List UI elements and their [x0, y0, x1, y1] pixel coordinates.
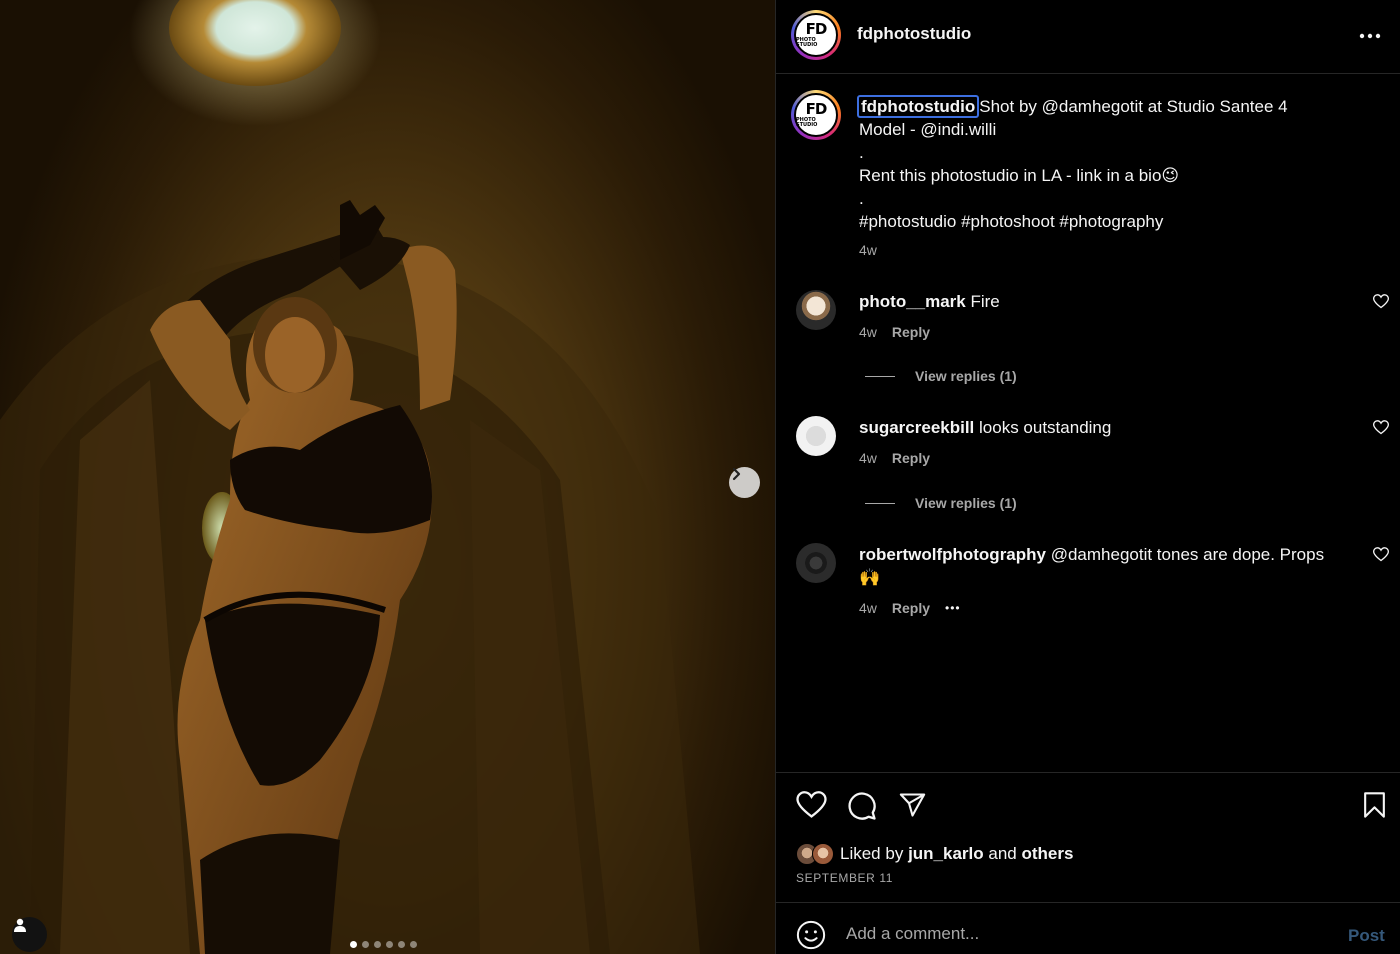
avatar-logo-subtext: PHOTO STUDIO — [796, 117, 818, 128]
carousel-dot — [350, 941, 357, 948]
emoji-button[interactable] — [796, 920, 826, 954]
liker-username[interactable]: jun_karlo — [908, 844, 984, 864]
carousel-dot — [362, 941, 369, 948]
caption-line: Rent this photostudio in LA - link in a … — [859, 166, 1180, 185]
like-comment-button[interactable] — [1372, 294, 1390, 314]
like-comment-button[interactable] — [1372, 420, 1390, 440]
commenter-username[interactable]: robertwolfphotography — [859, 545, 1046, 564]
post-details-panel: FD PHOTO STUDIO fdphotostudio FD PHOTO S… — [775, 0, 1400, 954]
heart-icon — [1372, 294, 1390, 309]
more-options-button[interactable] — [1359, 22, 1381, 45]
comment-text: looks outstanding — [979, 418, 1112, 437]
like-button[interactable] — [796, 791, 827, 824]
heart-icon — [1372, 420, 1390, 435]
carousel-indicator — [350, 941, 417, 948]
author-username[interactable]: fdphotostudio — [857, 24, 971, 44]
comment-icon — [848, 792, 876, 820]
reply-button[interactable]: Reply — [892, 321, 930, 344]
caption-username[interactable]: fdphotostudio — [857, 95, 980, 118]
heart-icon — [1372, 547, 1390, 562]
comment-options-button[interactable]: ••• — [945, 597, 961, 620]
commenter-avatar[interactable] — [796, 543, 836, 583]
add-comment-bar: Post — [776, 902, 1400, 954]
reply-button[interactable]: Reply — [892, 447, 930, 470]
view-replies-label: View replies (1) — [915, 495, 1017, 511]
avatar-logo-text: FD — [805, 20, 828, 38]
carousel-dot — [386, 941, 393, 948]
divider — [865, 502, 895, 504]
commenter-avatar[interactable] — [796, 290, 836, 330]
liker-avatar — [812, 843, 834, 865]
comment-input[interactable] — [846, 917, 1326, 951]
caption-line: Shot by @damhegotit at Studio Santee 4 — [979, 97, 1288, 116]
post-photo — [0, 0, 700, 954]
caption-text: fdphotostudio Shot by @damhegotit at Stud… — [857, 95, 1379, 262]
comment-text: Fire — [970, 292, 1000, 311]
carousel-dot — [410, 941, 417, 948]
chevron-right-icon — [732, 467, 741, 481]
view-replies-button[interactable]: View replies (1) — [865, 368, 1017, 384]
share-button[interactable] — [898, 791, 927, 824]
caption-author-avatar[interactable]: FD PHOTO STUDIO — [791, 90, 841, 140]
caption-line: . — [859, 189, 864, 208]
commenter-username[interactable]: sugarcreekbill — [859, 418, 974, 437]
more-icon — [1359, 33, 1381, 39]
comment-timestamp: 4w — [859, 600, 877, 616]
caption-timestamp: 4w — [859, 242, 877, 258]
heart-icon — [796, 791, 827, 818]
post-actions: Liked by jun_karlo and others SEPTEMBER … — [776, 772, 1400, 902]
post-header: FD PHOTO STUDIO fdphotostudio — [776, 0, 1400, 74]
save-button[interactable] — [1362, 791, 1387, 824]
liker-avatars — [796, 843, 834, 865]
author-avatar[interactable]: FD PHOTO STUDIO — [791, 10, 841, 60]
post-media[interactable] — [0, 0, 775, 954]
comment-timestamp: 4w — [859, 450, 877, 466]
likes-summary[interactable]: Liked by jun_karlo and others — [796, 843, 1073, 865]
likes-prefix: Liked by — [840, 844, 904, 863]
avatar-logo-text: FD — [805, 100, 828, 118]
caption-line: . — [859, 143, 864, 162]
user-tag-button[interactable] — [12, 917, 47, 952]
emoji-icon — [796, 920, 826, 950]
caption-line: Model - @indi.willi — [859, 120, 997, 139]
avatar-logo-subtext: PHOTO STUDIO — [796, 37, 818, 48]
post-date: SEPTEMBER 11 — [796, 871, 894, 885]
divider — [865, 375, 895, 377]
bookmark-icon — [1364, 792, 1385, 818]
like-comment-button[interactable] — [1372, 547, 1390, 567]
commenter-username[interactable]: photo__mark — [859, 292, 966, 311]
view-replies-button[interactable]: View replies (1) — [865, 495, 1017, 511]
post-comment-button[interactable]: Post — [1348, 926, 1385, 946]
comment-button[interactable] — [847, 791, 877, 826]
commenter-avatar[interactable] — [796, 416, 836, 456]
carousel-dot — [398, 941, 405, 948]
carousel-dot — [374, 941, 381, 948]
share-icon — [899, 793, 926, 817]
view-replies-label: View replies (1) — [915, 368, 1017, 384]
caption-hashtags[interactable]: #photostudio #photoshoot #photography — [859, 210, 1379, 233]
likes-conjunction: and — [988, 844, 1017, 863]
carousel-next-button[interactable] — [729, 467, 760, 498]
comment-timestamp: 4w — [859, 324, 877, 340]
likes-others-link[interactable]: others — [1022, 844, 1074, 864]
reply-button[interactable]: Reply — [892, 597, 930, 620]
user-tag-icon — [14, 918, 26, 932]
